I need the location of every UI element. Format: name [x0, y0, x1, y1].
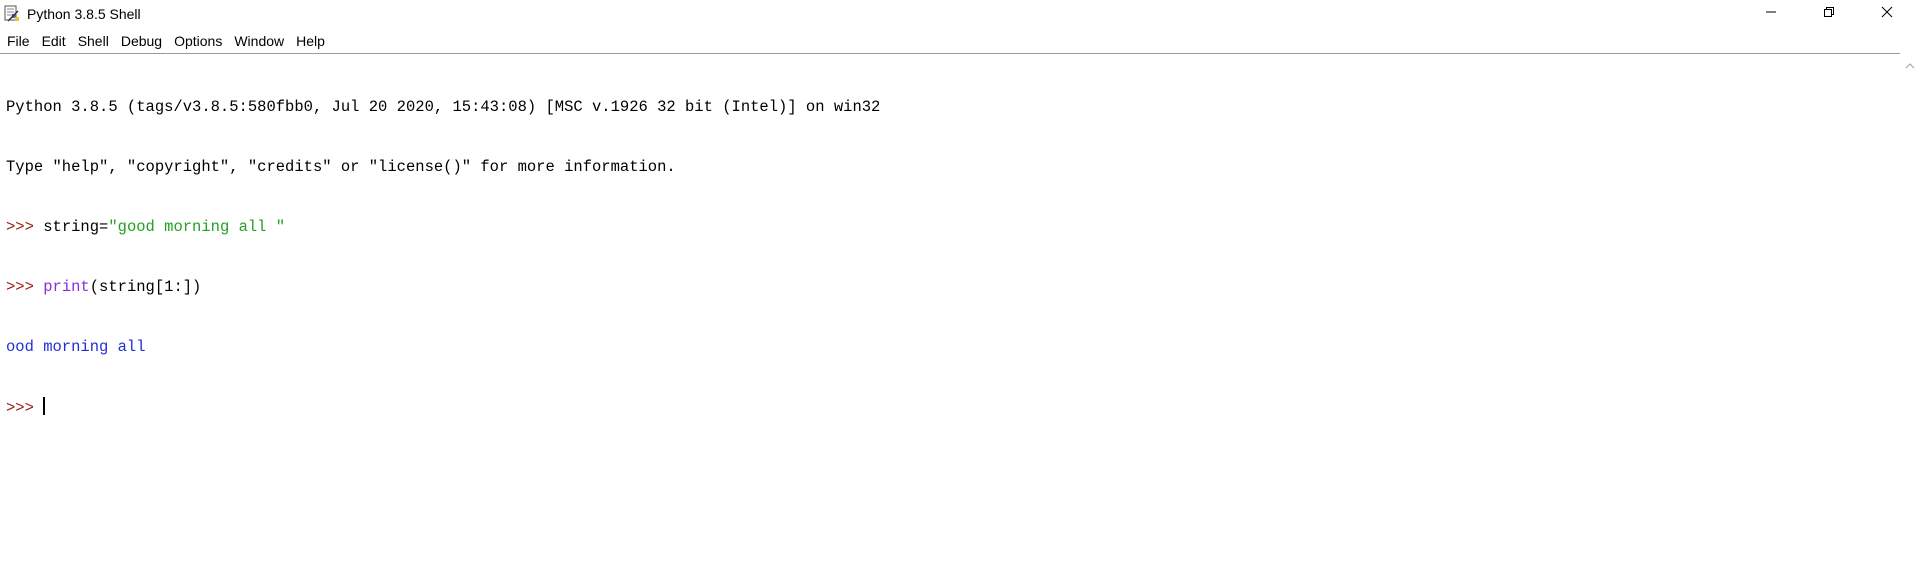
menu-shell[interactable]: Shell	[72, 30, 115, 52]
minimize-button[interactable]	[1742, 0, 1800, 28]
command-line: >>> print(string[1:])	[6, 277, 880, 297]
menu-debug[interactable]: Debug	[115, 30, 168, 52]
menu-edit[interactable]: Edit	[36, 30, 72, 52]
scroll-up-button[interactable]	[1902, 59, 1918, 71]
menu-options[interactable]: Options	[168, 30, 228, 52]
text-cursor	[43, 397, 45, 415]
python-idle-icon	[3, 5, 21, 23]
builtin-name: print	[43, 278, 90, 296]
prompt: >>>	[6, 218, 44, 236]
vertical-scrollbar[interactable]	[1900, 53, 1920, 579]
menu-file[interactable]: File	[0, 30, 36, 52]
prompt: >>>	[6, 399, 44, 417]
banner-line: Type "help", "copyright", "credits" or "…	[6, 158, 676, 176]
input-line[interactable]: >>>	[6, 397, 880, 417]
code-text: (string[1:])	[89, 278, 202, 296]
string-literal: "good morning all "	[108, 218, 286, 236]
menu-bar: File Edit Shell Debug Options Window Hel…	[0, 30, 1920, 52]
title-bar[interactable]: Python 3.8.5 Shell	[0, 0, 1920, 28]
prompt: >>>	[6, 278, 44, 296]
close-button[interactable]	[1858, 0, 1916, 28]
output-line: ood morning all	[6, 338, 146, 356]
restore-icon	[1823, 5, 1835, 23]
shell-output: Python 3.8.5 (tags/v3.8.5:580fbb0, Jul 2…	[6, 57, 880, 457]
window-title: Python 3.8.5 Shell	[27, 6, 141, 22]
menu-window[interactable]: Window	[228, 30, 290, 52]
minimize-icon	[1765, 5, 1777, 23]
restore-button[interactable]	[1800, 0, 1858, 28]
code-text: string=	[43, 218, 109, 236]
command-line: >>> string="good morning all "	[6, 217, 880, 237]
menu-help[interactable]: Help	[290, 30, 331, 52]
banner-line: Python 3.8.5 (tags/v3.8.5:580fbb0, Jul 2…	[6, 98, 881, 116]
chevron-up-icon	[1905, 56, 1915, 74]
close-icon	[1881, 5, 1893, 23]
shell-text-area[interactable]: Python 3.8.5 (tags/v3.8.5:580fbb0, Jul 2…	[0, 53, 1900, 580]
